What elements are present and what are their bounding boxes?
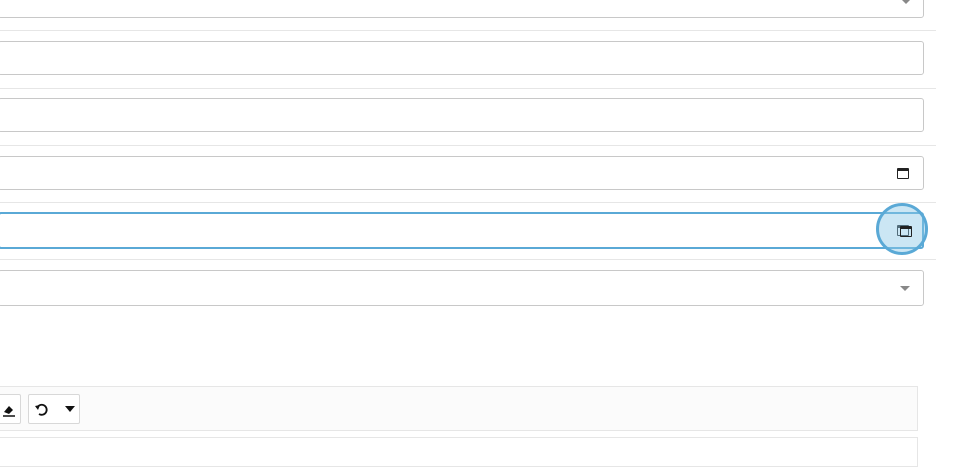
form-row-6 [0,259,936,306]
dropdown-caret-icon[interactable] [65,406,75,412]
form-row-2 [0,31,936,89]
select-field-2[interactable] [0,270,924,306]
form-row-1 [0,0,936,31]
undo-button[interactable] [28,394,80,424]
eraser-button[interactable] [0,394,21,424]
form-row-4 [0,145,936,203]
form-row-3 [0,88,936,146]
chevron-down-icon [900,286,910,291]
calendar-icon[interactable] [900,226,912,237]
chevron-down-icon [901,0,911,4]
text-field-1[interactable] [0,41,924,75]
calendar-icon[interactable] [897,168,909,179]
form-row-5 [0,202,936,260]
editor-content-area[interactable] [0,437,918,467]
date-field-2[interactable] [0,212,924,249]
undo-icon [35,403,48,416]
eraser-icon [3,406,15,417]
text-field-2[interactable] [0,98,924,132]
select-field-1[interactable] [0,0,924,18]
date-field-1[interactable] [0,156,924,190]
click-highlight [876,203,928,255]
editor-toolbar [0,386,918,431]
